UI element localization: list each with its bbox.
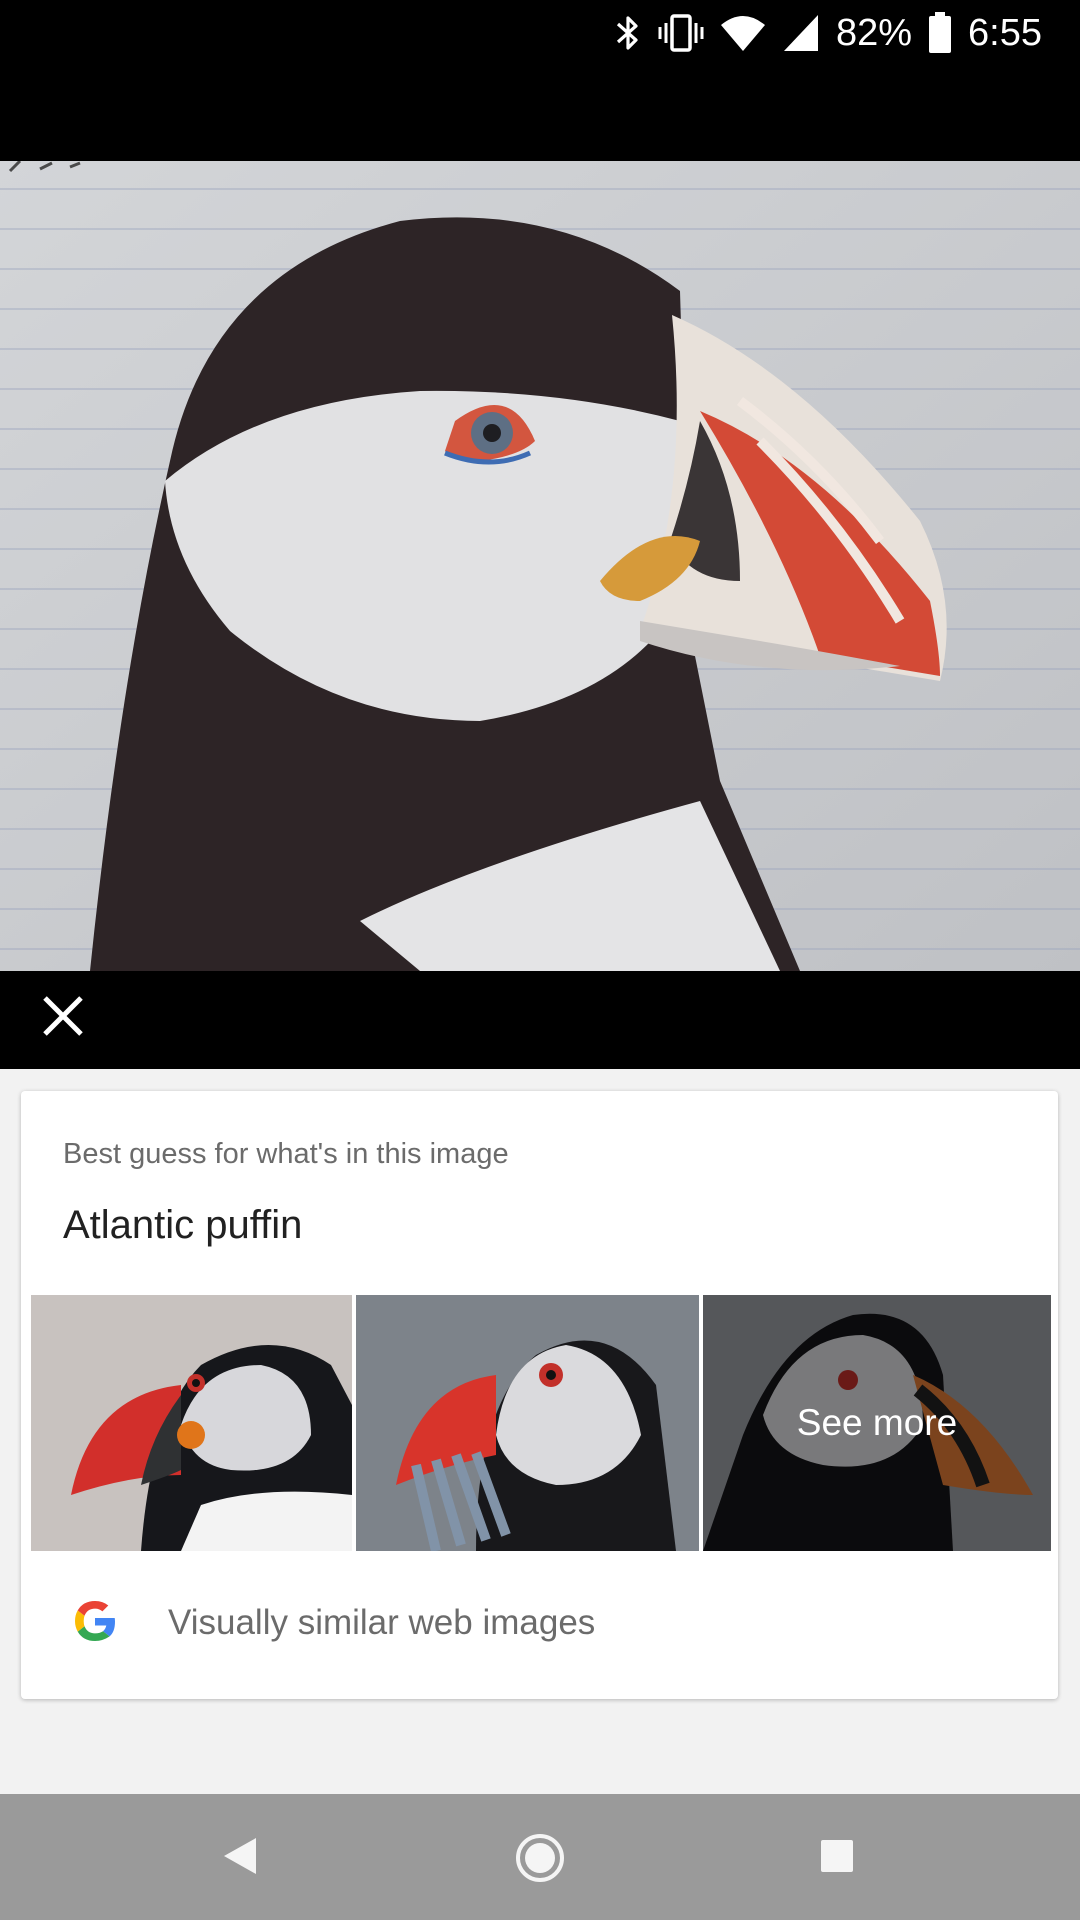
thumbnail-puffin-2[interactable] [356,1295,699,1551]
status-bar: 82% 6:55 [0,0,1080,161]
status-icons: 82% 6:55 [614,10,1042,56]
image-viewer[interactable] [0,161,1080,971]
puffin-with-fish-photo [356,1295,699,1551]
home-button[interactable] [514,1832,566,1889]
puffin-drawing [0,161,1080,971]
home-icon [516,1834,564,1882]
thumbnail-puffin-1[interactable] [31,1295,352,1551]
navigation-bar [0,1794,1080,1920]
battery-icon [928,12,952,54]
recents-button[interactable] [820,1839,854,1878]
clock: 6:55 [968,11,1042,54]
puffin-photo [31,1295,352,1551]
bluetooth-icon [614,13,642,53]
thumbnail-strip: See more [31,1295,1051,1551]
google-icon [71,1597,119,1650]
best-guess-card: Best guess for what's in this image Atla… [21,1091,1058,1699]
close-icon [43,996,83,1036]
best-guess-subtitle: Best guess for what's in this image [63,1138,509,1170]
best-guess-title[interactable]: Atlantic puffin [63,1203,302,1248]
battery-percent: 82% [835,11,913,54]
back-icon [224,1838,256,1874]
visually-similar-label: Visually similar web images [168,1603,596,1642]
see-more-thumbnail[interactable]: See more [703,1295,1051,1551]
vibrate-icon [658,13,704,53]
viewer-toolbar [0,971,1080,1069]
cell-signal-icon [782,13,820,53]
see-more-label: See more [796,1402,958,1443]
wifi-icon [720,13,766,53]
back-button[interactable] [222,1836,258,1881]
recents-icon [821,1840,853,1872]
visually-similar-link[interactable]: Visually similar web images [21,1573,1058,1673]
see-more-overlay: See more [703,1295,1051,1551]
close-button[interactable] [36,989,90,1043]
